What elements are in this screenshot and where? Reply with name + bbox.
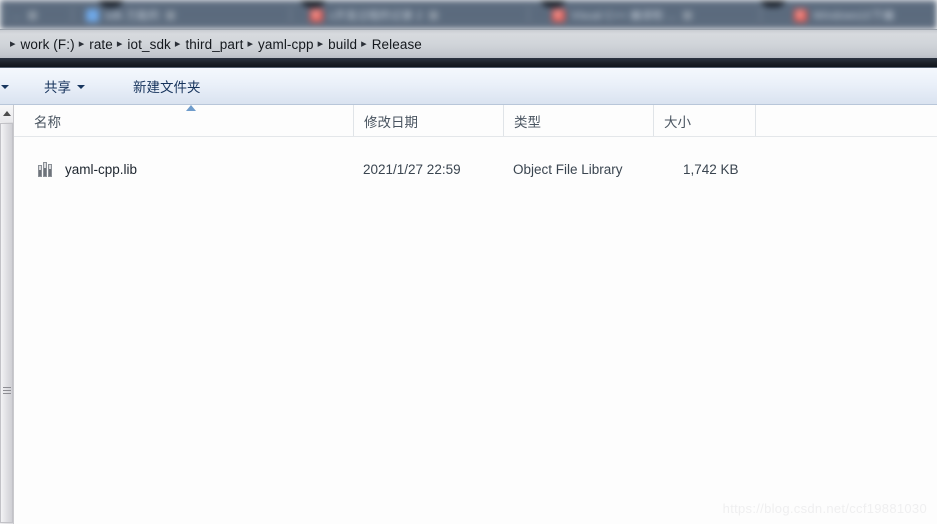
column-header-name[interactable]: 名称 — [24, 105, 353, 136]
library-file-icon — [38, 162, 55, 177]
file-name-label: yaml-cpp.lib — [65, 162, 138, 177]
browser-tab[interactable]: Windows10下编 — [790, 4, 898, 26]
column-header-name-label: 名称 — [34, 114, 61, 130]
breadcrumb-item-third-part[interactable]: third_part — [185, 37, 243, 52]
scrollbar-grip — [3, 387, 11, 396]
close-icon[interactable] — [27, 10, 37, 20]
cell-type: Object File Library — [513, 162, 623, 177]
column-header-modified-label: 修改日期 — [364, 114, 418, 130]
chevron-right-icon[interactable]: ▸ — [243, 38, 258, 50]
csdn-c-icon — [794, 8, 807, 22]
column-header-type[interactable]: 类型 — [503, 105, 653, 136]
close-icon[interactable] — [682, 10, 692, 20]
breadcrumb-item-release[interactable]: Release — [372, 37, 422, 52]
table-row[interactable]: yaml-cpp.lib 2021/1/27 22:59 Object File… — [14, 153, 937, 186]
share-label: 共享 — [44, 80, 71, 95]
column-header-modified[interactable]: 修改日期 — [353, 105, 503, 136]
chevron-down-icon — [77, 85, 85, 89]
breadcrumb-item-build[interactable]: build — [328, 37, 357, 52]
scroll-up-arrow-icon[interactable] — [0, 105, 13, 122]
chevron-right-icon: ▸ — [10, 37, 16, 50]
breadcrumb-item-yaml-cpp[interactable]: yaml-cpp — [258, 37, 314, 52]
file-rows: yaml-cpp.lib 2021/1/27 22:59 Object File… — [14, 153, 937, 186]
breadcrumb-item-rate[interactable]: rate — [89, 37, 113, 52]
chevron-right-icon[interactable]: ▸ — [75, 38, 90, 50]
explorer-window: ... sdk 万能的 c开发过程的记录 2 Visual C++ 编译和 ..… — [0, 0, 937, 524]
watermark: https://blog.csdn.net/ccf19881030 — [722, 501, 927, 516]
toolbar-clipped-item[interactable] — [0, 72, 12, 101]
scrollbar-thumb[interactable] — [0, 123, 13, 523]
cell-name[interactable]: yaml-cpp.lib — [38, 162, 137, 177]
column-header-size[interactable]: 大小 — [653, 105, 755, 136]
file-list-pane: 名称 修改日期 类型 大小 yaml-cpp.lib 2021/1/27 22:… — [14, 105, 937, 524]
column-header-size-label: 大小 — [664, 114, 691, 130]
tab-notch — [760, 0, 786, 7]
chevron-right-icon[interactable]: ▸ — [171, 38, 186, 50]
browser-tab[interactable]: sdk 万能的 — [82, 4, 179, 26]
window-divider — [0, 58, 937, 68]
cell-size: 1,742 KB — [683, 162, 739, 177]
chevron-down-icon — [1, 85, 9, 89]
new-folder-button[interactable]: 新建文件夹 — [123, 72, 211, 101]
close-icon[interactable] — [428, 10, 438, 20]
csdn-c-icon — [552, 8, 565, 22]
browser-tab[interactable]: ... — [8, 4, 41, 26]
command-toolbar: 共享 新建文件夹 — [0, 68, 937, 105]
close-icon[interactable] — [165, 10, 175, 20]
column-headers: 名称 修改日期 类型 大小 — [14, 105, 937, 137]
browser-tab[interactable]: c开发过程的记录 2 — [306, 4, 442, 26]
chevron-right-icon[interactable]: ▸ — [357, 38, 372, 50]
cell-modified: 2021/1/27 22:59 — [363, 162, 461, 177]
browser-tab-strip: ... sdk 万能的 c开发过程的记录 2 Visual C++ 编译和 ..… — [0, 0, 937, 29]
breadcrumb-item-work[interactable]: work (F:) — [21, 37, 75, 52]
column-header-type-label: 类型 — [514, 114, 541, 130]
breadcrumb-item-iot-sdk[interactable]: iot_sdk — [127, 37, 170, 52]
new-folder-label: 新建文件夹 — [133, 80, 201, 95]
breadcrumb[interactable]: ▸ work (F:) ▸ rate ▸ iot_sdk ▸ third_par… — [0, 29, 937, 58]
share-button[interactable]: 共享 — [34, 72, 95, 101]
csdn-c-icon — [310, 8, 323, 22]
browser-tab[interactable]: Visual C++ 编译和 ... — [548, 4, 696, 26]
chevron-right-icon[interactable]: ▸ — [314, 38, 329, 50]
chevron-right-icon[interactable]: ▸ — [113, 38, 128, 50]
blue-square-icon — [86, 8, 99, 22]
column-header-filler[interactable] — [755, 105, 937, 136]
vertical-scrollbar[interactable] — [0, 105, 14, 524]
